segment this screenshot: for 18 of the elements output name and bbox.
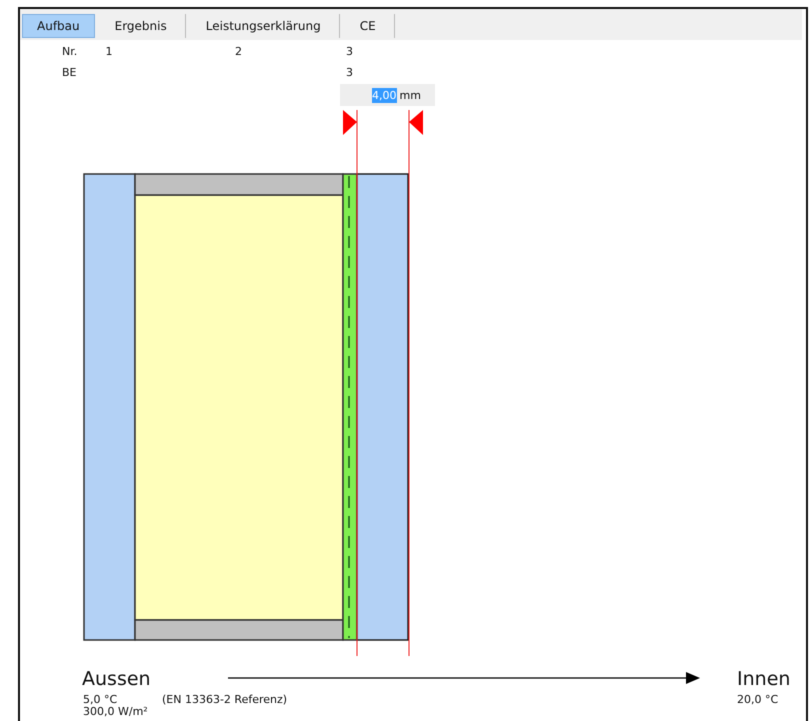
row-label: BE bbox=[62, 66, 76, 79]
outside-radiation: 300,0 W/m² bbox=[83, 706, 148, 718]
outside-label: Aussen bbox=[82, 668, 151, 690]
layer-number: 3 bbox=[346, 66, 353, 79]
glass-pane[interactable] bbox=[83, 173, 136, 641]
gas-cavity[interactable] bbox=[134, 173, 344, 641]
layer-number: 2 bbox=[235, 45, 242, 58]
outside-temperature: 5,0 °C bbox=[83, 694, 118, 706]
inside-label: Innen bbox=[737, 668, 790, 690]
inside-temperature: 20,0 °C bbox=[737, 694, 778, 706]
layer-number: 1 bbox=[106, 45, 112, 58]
film-layer[interactable] bbox=[342, 173, 358, 641]
tab[interactable]: Aufbau bbox=[22, 14, 95, 38]
row-label: Nr. bbox=[62, 45, 78, 58]
reference-note: (EN 13363-2 Referenz) bbox=[162, 694, 288, 706]
thickness-field[interactable]: 4,00 mm bbox=[340, 84, 435, 106]
layer-number: 3 bbox=[346, 45, 353, 58]
glass-pane[interactable] bbox=[356, 173, 409, 641]
